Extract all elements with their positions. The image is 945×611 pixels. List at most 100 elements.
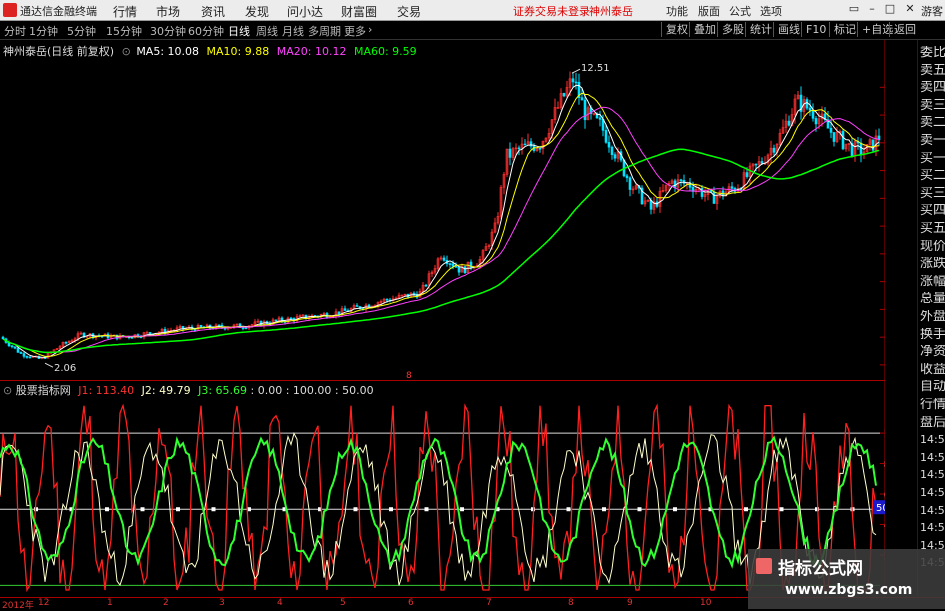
kline-chart[interactable]: 12.0011.0010.009.008.007.006.005.004.003… — [0, 40, 912, 381]
candle-body — [787, 120, 791, 126]
side-panel-item: 现价 — [920, 239, 945, 254]
price-tick-label: 11.00 — [883, 111, 885, 122]
level-50-dot — [140, 507, 145, 512]
menu-trade[interactable]: 交易 — [397, 3, 421, 20]
f10-button[interactable]: F10 — [801, 22, 830, 37]
restore-layout-icon[interactable]: ▭ — [848, 3, 860, 15]
multi-stock-button[interactable]: 多股 — [717, 22, 748, 37]
period-monthly[interactable]: 月线 — [282, 23, 304, 39]
menu-discover[interactable]: 发现 — [245, 3, 269, 20]
draw-line-button[interactable]: 画线 — [773, 22, 804, 37]
kline-chart-panel[interactable]: 12.0011.0010.009.008.007.006.005.004.003… — [0, 40, 912, 381]
candle-body — [811, 110, 815, 119]
candle-body — [829, 127, 833, 133]
period-5min[interactable]: 5分钟 — [67, 23, 96, 39]
candle-body — [745, 172, 749, 177]
candle-body — [289, 317, 293, 320]
side-panel-item: 收益 — [920, 362, 945, 377]
adjust-button[interactable]: 复权 — [661, 22, 692, 37]
menu-formula[interactable]: 公式 — [729, 3, 751, 19]
overlay-button[interactable]: 叠加 — [689, 22, 720, 37]
period-tick[interactable]: 分时 — [4, 23, 26, 39]
chevron-right-icon[interactable]: › — [368, 23, 372, 36]
menu-market-quotes[interactable]: 行情 — [113, 3, 137, 20]
price-tick-label: 10.00 — [883, 139, 885, 150]
candles — [1, 71, 881, 360]
period-15min[interactable]: 15分钟 — [106, 23, 142, 39]
j2-label: J2: 49.79 — [141, 384, 191, 397]
menu-layout[interactable]: 版面 — [698, 3, 720, 19]
guest-label[interactable]: 游客 — [921, 3, 943, 19]
side-panel-item[interactable]: 行情 — [920, 398, 945, 412]
candle-body — [343, 308, 347, 311]
level-50-dot — [176, 507, 180, 512]
level-50-dot — [637, 507, 642, 512]
candle-body — [199, 325, 203, 328]
date-axis-label: 7 — [486, 598, 492, 608]
candle-body — [13, 346, 17, 349]
menu-xiaoda[interactable]: 问小达 — [287, 3, 323, 20]
date-axis-label: 8 — [568, 598, 574, 608]
period-1min[interactable]: 1分钟 — [29, 23, 58, 39]
candle-body — [457, 267, 461, 273]
side-panel-item: 涨跌 — [920, 257, 945, 272]
ma20-line — [2, 106, 880, 353]
menu-options[interactable]: 选项 — [760, 3, 782, 19]
period-toolbar: 分时 1分钟 5分钟 15分钟 30分钟 60分钟 日线 周线 月线 多周期 更… — [0, 21, 945, 40]
candle-body — [22, 353, 26, 357]
side-panel-item: 委比 — [920, 46, 945, 60]
date-axis-label: 4 — [277, 598, 283, 608]
candle-body — [424, 284, 428, 287]
menu-market[interactable]: 市场 — [156, 3, 180, 20]
price-tick-label: 12.00 — [883, 83, 885, 94]
side-panel-item[interactable]: 自动 — [920, 380, 945, 394]
period-30min[interactable]: 30分钟 — [150, 23, 186, 39]
back-button[interactable]: 返回 — [889, 22, 920, 37]
side-panel-item: 卖五 — [920, 63, 945, 78]
candle-body — [859, 142, 863, 155]
side-panel-item: 涨幅 — [920, 274, 945, 289]
period-weekly[interactable]: 周线 — [256, 23, 278, 39]
candle-body — [28, 356, 32, 359]
ma5-line — [2, 84, 880, 358]
level-50-dot — [602, 507, 606, 512]
candle-body — [808, 107, 812, 111]
close-icon[interactable]: ✕ — [904, 3, 916, 15]
date-axis-label: 5 — [340, 598, 346, 608]
low-price-label: 2.06 — [54, 363, 76, 374]
side-panel-item: 14:50 — [920, 468, 945, 482]
period-multi[interactable]: 多周期 — [308, 23, 341, 39]
maximize-icon[interactable]: □ — [884, 3, 896, 15]
minimize-icon[interactable]: – — [866, 3, 878, 15]
level-50-dot — [211, 507, 216, 512]
side-panel-item: 总量 — [920, 292, 945, 307]
high-pointer — [571, 68, 581, 74]
date-axis-label: 1 — [107, 598, 113, 608]
date-axis-label: 10 — [700, 598, 712, 608]
ma10-label: MA10: 9.88 — [206, 45, 270, 58]
period-60min[interactable]: 60分钟 — [188, 23, 224, 39]
side-panel-item[interactable]: 盘后 — [920, 416, 945, 430]
candle-body — [610, 146, 614, 155]
candle-body — [604, 130, 608, 143]
login-warning[interactable]: 证券交易未登录 — [513, 3, 590, 19]
settings-icon[interactable]: ⊙ — [3, 384, 12, 397]
candle-body — [538, 147, 542, 150]
settings-icon[interactable]: ⊙ — [122, 45, 131, 58]
period-daily[interactable]: 日线 — [228, 23, 250, 39]
indicator-name: 股票指标网 — [15, 384, 71, 397]
candle-body — [871, 139, 875, 151]
menu-function[interactable]: 功能 — [666, 3, 688, 19]
period-more[interactable]: 更多 — [344, 23, 366, 39]
mark-button[interactable]: 标记 — [829, 22, 860, 37]
menu-wealth[interactable]: 财富圈 — [341, 3, 377, 20]
candle-body — [613, 154, 617, 159]
candle-body — [814, 118, 818, 125]
candle-body — [463, 266, 467, 273]
side-panel-item: 14:50 — [920, 521, 945, 535]
indicator-params: : 0.00 : 100.00 : 50.00 — [250, 384, 374, 397]
ma60-label: MA60: 9.59 — [353, 45, 417, 58]
date-axis-label: 9 — [627, 598, 633, 608]
stats-button[interactable]: 统计 — [745, 22, 776, 37]
menu-news[interactable]: 资讯 — [201, 3, 225, 20]
